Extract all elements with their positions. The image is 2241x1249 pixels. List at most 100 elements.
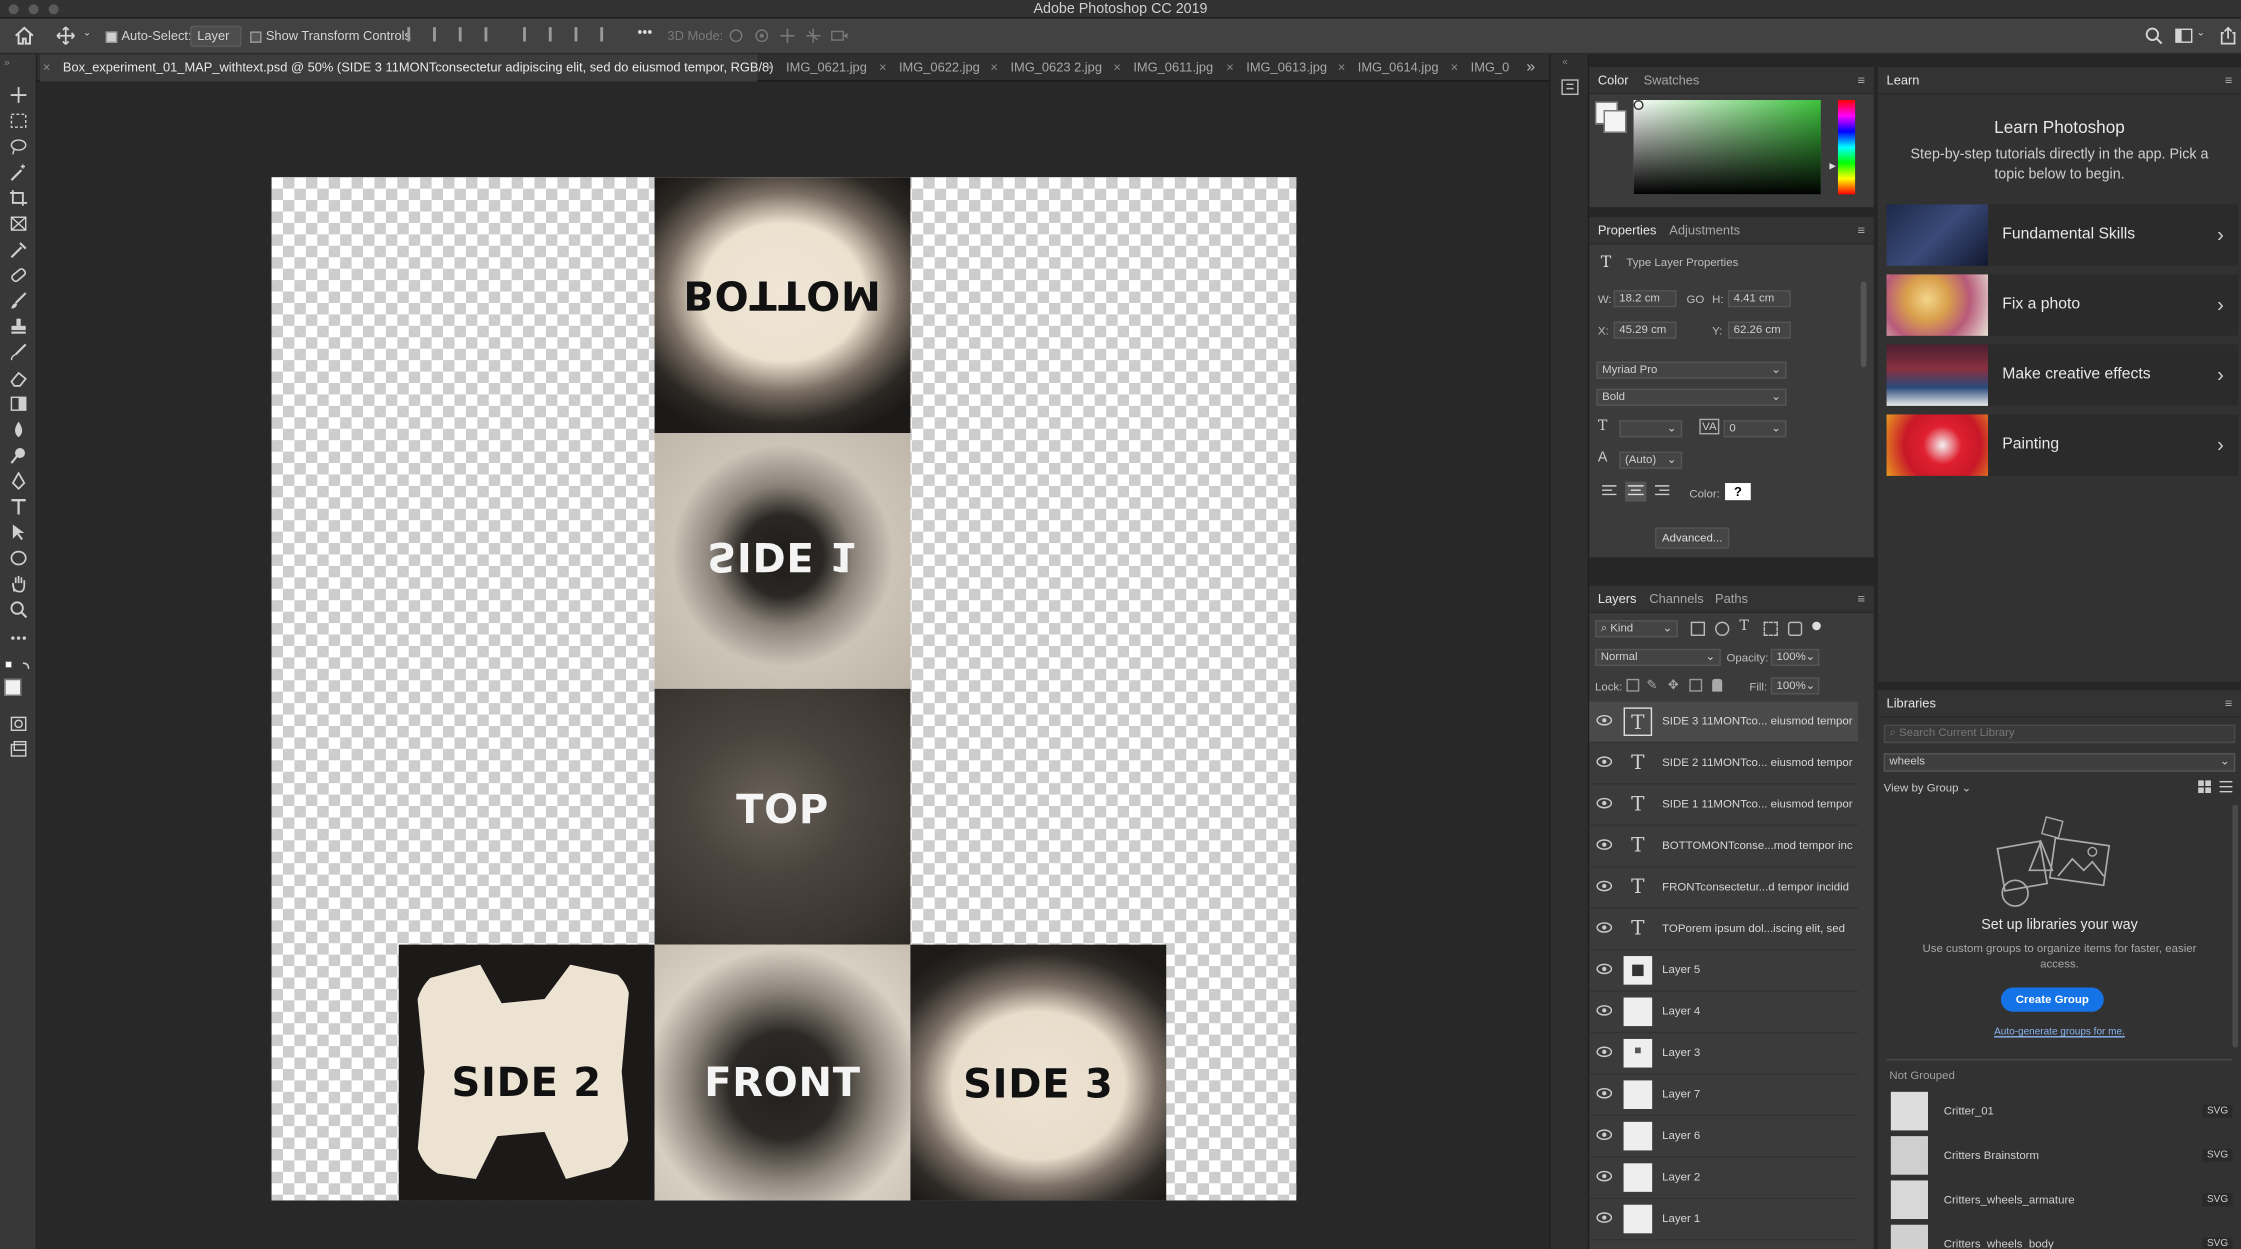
history-panel-icon[interactable] <box>1559 77 1582 97</box>
align-text-left-icon[interactable] <box>1601 484 1618 498</box>
x-field[interactable]: 45.29 cm <box>1613 321 1677 339</box>
text-color-swatch[interactable]: ? <box>1725 483 1751 501</box>
eye-icon[interactable] <box>1596 922 1613 933</box>
eye-icon[interactable] <box>1596 880 1613 892</box>
opacity-field[interactable]: 100% ⌄ <box>1770 648 1820 666</box>
layer-row[interactable]: Layer 1 <box>1589 1199 1858 1241</box>
close-tab-icon[interactable]: × <box>990 54 998 81</box>
eye-icon[interactable] <box>1596 1212 1613 1223</box>
eye-icon[interactable] <box>1596 963 1613 975</box>
auto-generate-link[interactable]: Auto-generate groups for me. <box>1878 1028 2241 1038</box>
library-item[interactable]: Critter_01 SVG <box>1887 1090 2233 1131</box>
layer-row[interactable]: T SIDE 1 11MONTco... eiusmod tempor <box>1589 785 1858 827</box>
hue-slider[interactable] <box>1837 100 1856 195</box>
align-text-right-icon[interactable] <box>1654 484 1671 498</box>
eye-icon[interactable] <box>1596 1129 1613 1140</box>
bottom-panel-image[interactable]: BOTTOM <box>654 177 911 434</box>
layer-row[interactable]: T SIDE 3 11MONTco... eiusmod tempor <box>1589 701 1858 744</box>
height-field[interactable]: 4.41 cm <box>1727 290 1791 308</box>
layer-row[interactable]: Layer 5 <box>1589 950 1858 992</box>
foreground-color-swatch[interactable] <box>4 678 22 696</box>
layer-row[interactable]: T FRONTconsectetur...d tempor incidid <box>1589 867 1858 909</box>
fill-field[interactable]: 100% ⌄ <box>1770 677 1820 695</box>
close-tab-icon[interactable]: × <box>1113 54 1121 81</box>
magic-wand-tool-icon[interactable] <box>9 163 29 182</box>
move-tool-icon[interactable] <box>9 86 29 105</box>
healing-brush-tool-icon[interactable] <box>9 266 29 285</box>
align-middle-icon[interactable] <box>548 27 562 42</box>
learn-card-fundamental-skills[interactable]: Fundamental Skills › <box>1886 204 2239 266</box>
tab-img-0613[interactable]: × IMG_0613.jpg <box>1223 54 1327 81</box>
tab-layers[interactable]: Layers <box>1598 586 1637 613</box>
3d-scale-icon[interactable] <box>829 26 849 46</box>
eyedropper-tool-icon[interactable] <box>9 240 29 259</box>
frame-tool-icon[interactable] <box>9 214 29 233</box>
lock-pixels-icon[interactable]: ✎ <box>1646 677 1657 693</box>
more-tools-icon[interactable] <box>9 629 29 648</box>
panel-menu-icon[interactable]: ≡ <box>2225 74 2233 87</box>
align-distribute-icon[interactable] <box>484 27 497 42</box>
lock-position-icon[interactable]: ✥ <box>1668 677 1679 693</box>
align-vertical-buttons[interactable] <box>523 27 626 44</box>
filter-shape-icon[interactable] <box>1763 621 1778 636</box>
advanced-button[interactable]: Advanced... <box>1655 527 1730 549</box>
color-picker-handle[interactable] <box>1633 100 1644 111</box>
home-icon[interactable] <box>14 26 34 46</box>
align-center-icon[interactable] <box>433 27 446 42</box>
link-icon[interactable]: GO <box>1686 293 1704 306</box>
eye-icon[interactable] <box>1596 839 1613 850</box>
library-item[interactable]: Critters Brainstorm SVG <box>1887 1135 2233 1176</box>
align-left-icon[interactable] <box>407 27 420 42</box>
chevron-down-icon[interactable]: ⌄ <box>83 27 91 39</box>
gradient-tool-icon[interactable] <box>9 394 29 413</box>
brush-tool-icon[interactable] <box>9 292 29 311</box>
tab-properties[interactable]: Properties <box>1598 217 1657 244</box>
leading-field[interactable]: (Auto) ⌄ <box>1619 451 1683 469</box>
canvas-area[interactable]: BOTTOM SIDE 1 TOP SIDE 2 FRONT SIDE 3 <box>37 81 1550 1249</box>
panel-menu-icon[interactable]: ≡ <box>2225 697 2233 710</box>
layer-row[interactable]: Layer 4 <box>1589 992 1858 1034</box>
layer-row[interactable]: T TOPorem ipsum dol...iscing elit, sed <box>1589 909 1858 951</box>
swap-colors-icon[interactable] <box>4 660 33 674</box>
document-canvas[interactable]: BOTTOM SIDE 1 TOP SIDE 2 FRONT SIDE 3 <box>271 177 1297 1201</box>
filter-smart-object-icon[interactable] <box>1787 621 1803 636</box>
ellipse-tool-icon[interactable] <box>9 549 29 568</box>
filter-pixel-icon[interactable] <box>1690 621 1706 636</box>
side3-panel-image[interactable]: SIDE 3 <box>910 944 1167 1201</box>
tab-paths[interactable]: Paths <box>1715 586 1748 613</box>
workspace-icon[interactable] <box>2174 26 2194 46</box>
tab-document-active[interactable]: × Box_experiment_01_MAP_withtext.psd @ 50… <box>40 54 774 82</box>
quick-mask-icon[interactable] <box>9 715 29 734</box>
dodge-tool-icon[interactable] <box>9 446 29 465</box>
chevron-down-icon[interactable]: ⌄ <box>2197 27 2205 39</box>
layer-row[interactable]: T BOTTOMONTconse...mod tempor inc <box>1589 826 1858 868</box>
font-style-dropdown[interactable]: Bold ⌄ <box>1596 388 1787 406</box>
share-icon[interactable] <box>2218 26 2238 46</box>
library-dropdown[interactable]: wheels ⌄ <box>1883 753 2236 772</box>
eye-icon[interactable] <box>1596 797 1613 809</box>
hand-tool-icon[interactable] <box>9 574 29 593</box>
collapse-icon[interactable]: » <box>4 59 10 69</box>
filter-adjustment-icon[interactable] <box>1715 621 1730 636</box>
align-text-center-icon[interactable] <box>1625 481 1647 502</box>
tab-channels[interactable]: Channels <box>1649 586 1703 613</box>
layer-row[interactable]: Layer 7 <box>1589 1075 1858 1117</box>
list-view-icon[interactable] <box>2219 780 2233 793</box>
auto-select-dropdown[interactable]: Layer <box>190 25 242 48</box>
panel-menu-icon[interactable]: ≡ <box>1858 224 1866 237</box>
lock-all-icon[interactable] <box>1712 678 1723 692</box>
font-size-field[interactable]: ⌄ <box>1619 420 1683 438</box>
blur-tool-icon[interactable] <box>9 420 29 439</box>
3d-rotate-icon[interactable] <box>726 26 746 46</box>
layer-kind-filter[interactable]: ⌕ Kind ⌄ <box>1594 620 1678 638</box>
create-group-button[interactable]: Create Group <box>2000 987 2104 1012</box>
learn-card-make-creative-effects[interactable]: Make creative effects › <box>1886 344 2239 406</box>
front-panel-image[interactable]: FRONT <box>654 944 911 1201</box>
libraries-scrollbar[interactable] <box>2232 804 2239 1048</box>
tab-swatches[interactable]: Swatches <box>1644 67 1700 94</box>
collapse-icon[interactable]: « <box>1562 57 1568 67</box>
lock-artboard-icon[interactable] <box>1689 678 1703 692</box>
layer-row[interactable]: T SIDE 2 11MONTco... eiusmod tempor <box>1589 743 1858 785</box>
tab-img-0-truncated[interactable]: × IMG_0 <box>1448 54 1512 81</box>
eye-icon[interactable] <box>1596 756 1613 767</box>
